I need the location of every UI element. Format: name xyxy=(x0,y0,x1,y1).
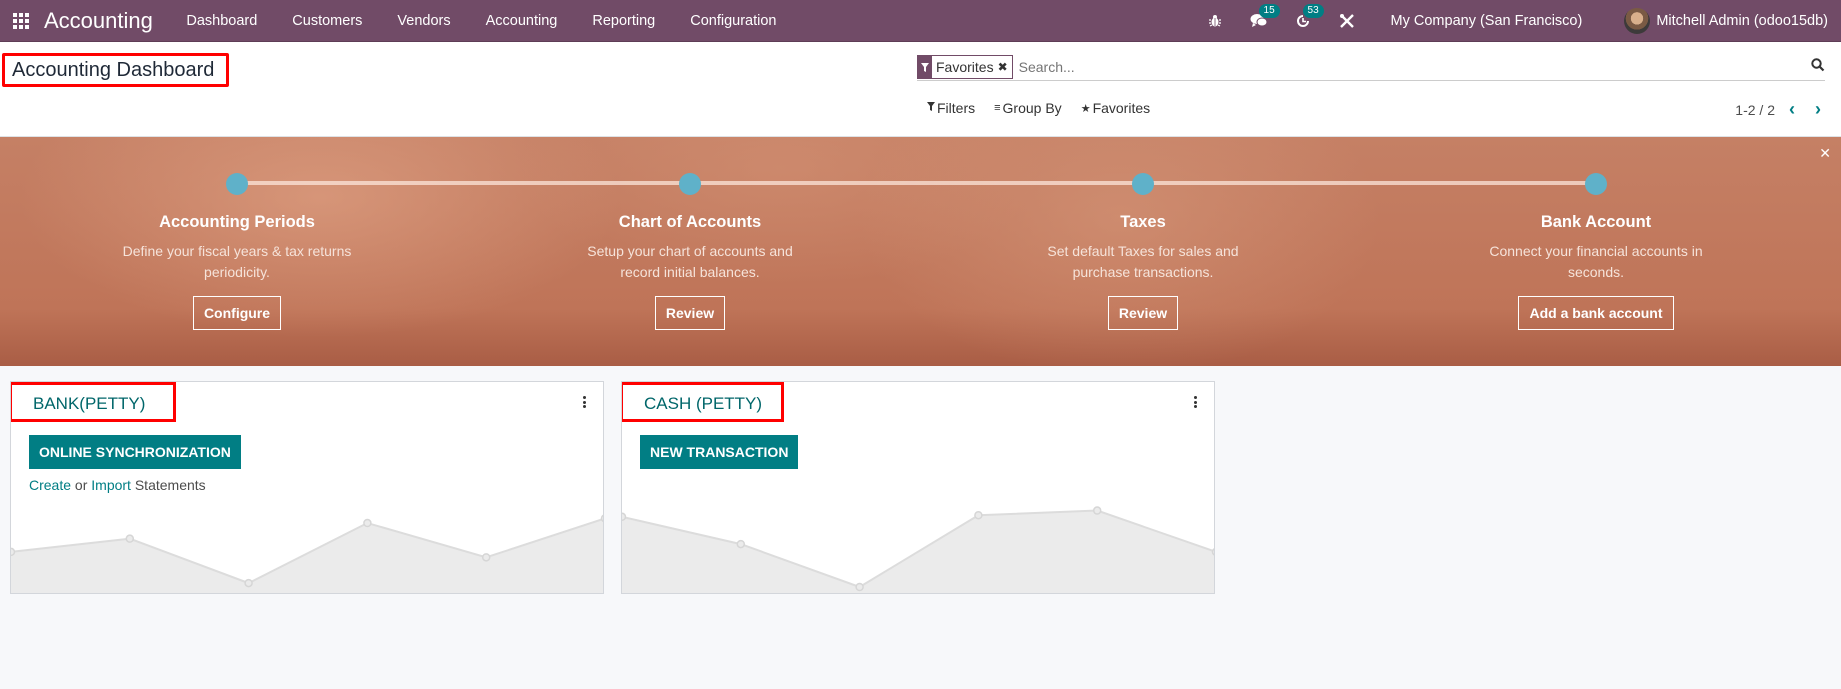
user-menu[interactable]: Mitchell Admin (odoo15db) xyxy=(1624,8,1828,34)
review-chart-button[interactable]: Review xyxy=(654,296,726,330)
sparkline-point xyxy=(363,518,372,528)
sparkline-point xyxy=(244,578,253,588)
journal-title[interactable]: BANK(PETTY) xyxy=(33,394,145,414)
sparkline-area xyxy=(11,519,603,593)
journal-card-bank: BANK(PETTY) ONLINE SYNCHRONIZATION Creat… xyxy=(10,381,604,594)
sparkline-point xyxy=(736,539,746,549)
menu-configuration[interactable]: Configuration xyxy=(673,13,794,29)
menu-dashboard[interactable]: Dashboard xyxy=(169,13,275,29)
debug-bug-icon[interactable] xyxy=(1205,11,1225,31)
sparkline-point xyxy=(125,534,135,543)
favorites-label: Favorites xyxy=(1092,100,1151,116)
main-menu: Dashboard Customers Vendors Accounting R… xyxy=(169,13,794,29)
add-bank-account-button[interactable]: Add a bank account xyxy=(1518,296,1674,330)
messages-chat-icon[interactable]: 15 xyxy=(1249,4,1280,31)
sparkline-point xyxy=(1211,548,1214,556)
onboarding-step-bank-account: Bank Account Connect your financial acco… xyxy=(1446,173,1746,330)
journal-title[interactable]: CASH (PETTY) xyxy=(644,394,762,414)
messages-badge: 15 xyxy=(1258,4,1280,18)
step-dot xyxy=(679,173,701,195)
company-switcher[interactable]: My Company (San Francisco) xyxy=(1391,13,1583,29)
search-facet-favorites: Favorites ✖ xyxy=(917,55,1013,79)
group-by-dropdown[interactable]: ≡ Group By xyxy=(994,100,1062,116)
bars-icon: ≡ xyxy=(994,102,1001,114)
star-icon: ★ xyxy=(1080,102,1091,115)
pager-previous-icon[interactable]: ‹ xyxy=(1789,99,1795,120)
app-brand[interactable]: Accounting xyxy=(44,8,153,34)
step-description: Setup your chart of accounts and record … xyxy=(587,243,793,280)
card-kebab-menu-icon[interactable] xyxy=(583,396,587,410)
search-bar: Favorites ✖ xyxy=(917,54,1825,81)
group-by-label: Group By xyxy=(1002,100,1062,116)
menu-accounting[interactable]: Accounting xyxy=(468,13,575,29)
filters-dropdown[interactable]: Filters xyxy=(927,100,975,116)
page-title: Accounting Dashboard xyxy=(2,53,229,87)
facet-remove-icon[interactable]: ✖ xyxy=(998,60,1012,74)
top-navbar: Accounting Dashboard Customers Vendors A… xyxy=(0,0,1841,42)
new-transaction-button[interactable]: NEW TRANSACTION xyxy=(640,435,799,469)
menu-reporting[interactable]: Reporting xyxy=(575,13,673,29)
journal-sparkline xyxy=(622,506,1214,593)
online-synchronization-button[interactable]: ONLINE SYNCHRONIZATION xyxy=(29,435,241,469)
review-taxes-button[interactable]: Review xyxy=(1107,296,1179,330)
control-panel: Accounting Dashboard Favorites ✖ Filters… xyxy=(0,42,1841,137)
onboarding-step-accounting-periods: Accounting Periods Define your fiscal ye… xyxy=(87,173,387,330)
onboarding-step-chart-of-accounts: Chart of Accounts Setup your chart of ac… xyxy=(540,173,840,330)
search-options: Filters ≡ Group By ★ Favorites xyxy=(927,100,1169,116)
close-banner-icon[interactable]: ✕ xyxy=(1819,145,1831,162)
pager: 1-2 / 2 ‹ › xyxy=(1735,99,1841,120)
step-title: Accounting Periods xyxy=(159,213,315,231)
user-name: Mitchell Admin (odoo15db) xyxy=(1656,13,1828,29)
onboarding-banner: ✕ Accounting Periods Define your fiscal … xyxy=(0,137,1841,366)
step-description: Connect your financial accounts in secon… xyxy=(1489,243,1703,280)
card-kebab-menu-icon[interactable] xyxy=(1194,396,1198,410)
sparkline-point xyxy=(974,510,983,520)
favorites-dropdown[interactable]: ★ Favorites xyxy=(1081,100,1150,116)
step-description: Define your fiscal years & tax returns p… xyxy=(122,243,352,280)
menu-vendors[interactable]: Vendors xyxy=(380,13,468,29)
sparkline-point xyxy=(1092,506,1102,515)
step-title: Taxes xyxy=(1120,213,1166,231)
filter-funnel-icon xyxy=(918,56,932,78)
facet-label: Favorites xyxy=(936,59,994,75)
journal-sparkline xyxy=(11,514,603,593)
sparkline-point xyxy=(600,514,603,523)
step-title: Chart of Accounts xyxy=(618,213,762,231)
sparkline-point xyxy=(481,553,491,562)
activities-badge: 53 xyxy=(1302,4,1324,18)
onboarding-progress-line xyxy=(236,181,1596,185)
menu-customers[interactable]: Customers xyxy=(275,13,380,29)
step-dot xyxy=(1132,173,1154,195)
journal-card-cash: CASH (PETTY) NEW TRANSACTION xyxy=(621,381,1215,594)
activities-clock-icon[interactable]: 53 xyxy=(1293,4,1324,31)
search-input[interactable] xyxy=(1018,59,1719,75)
step-dot xyxy=(1585,173,1607,195)
navbar-systray: 15 53 My Company (San Francisco) Mitchel… xyxy=(1193,0,1841,42)
filter-funnel-icon xyxy=(927,102,935,114)
search-icon[interactable] xyxy=(1811,58,1825,75)
sparkline-point xyxy=(11,547,16,557)
sparkline-point xyxy=(622,512,627,522)
configure-button[interactable]: Configure xyxy=(192,296,282,330)
tools-icon[interactable] xyxy=(1337,11,1357,31)
apps-menu-icon[interactable] xyxy=(13,12,29,29)
step-dot xyxy=(226,173,248,195)
step-description: Set default Taxes for sales and purchase… xyxy=(1047,243,1239,280)
filters-label: Filters xyxy=(937,100,976,116)
pager-next-icon[interactable]: › xyxy=(1815,99,1821,120)
sparkline-point xyxy=(855,582,864,592)
pager-value[interactable]: 1-2 / 2 xyxy=(1735,102,1775,118)
onboarding-step-taxes: Taxes Set default Taxes for sales and pu… xyxy=(993,173,1293,330)
step-title: Bank Account xyxy=(1540,213,1652,231)
avatar xyxy=(1624,8,1651,34)
